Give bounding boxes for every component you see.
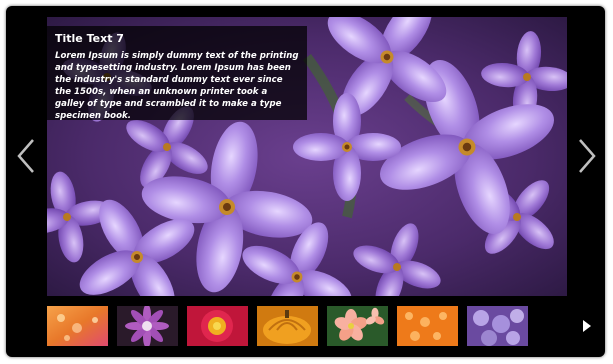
thumbnail-2[interactable] bbox=[117, 306, 178, 346]
caption-description: Lorem Ipsum is simply dummy text of the … bbox=[55, 51, 299, 121]
thumbnail-image bbox=[257, 306, 318, 346]
thumbnail-image bbox=[467, 306, 528, 346]
thumbnail-image bbox=[47, 306, 108, 346]
thumbnail-1[interactable] bbox=[47, 306, 108, 346]
prev-slide-button[interactable] bbox=[14, 136, 38, 176]
slide-caption: Title Text 7 Lorem Ipsum is simply dummy… bbox=[47, 26, 307, 121]
chevron-left-icon bbox=[17, 139, 34, 173]
thumbnail-4[interactable] bbox=[257, 306, 318, 346]
thumbnail-image bbox=[187, 306, 248, 346]
thumbnail-image bbox=[397, 306, 458, 346]
chevron-right-icon bbox=[579, 139, 596, 173]
triangle-right-icon bbox=[583, 320, 591, 332]
thumbnail-3[interactable] bbox=[187, 306, 248, 346]
thumbnails-next-button[interactable] bbox=[582, 320, 592, 332]
next-slide-button[interactable] bbox=[575, 136, 599, 176]
thumbnail-7[interactable] bbox=[467, 306, 528, 346]
thumbnail-6[interactable] bbox=[397, 306, 458, 346]
caption-title: Title Text 7 bbox=[55, 32, 124, 45]
thumbnail-5[interactable] bbox=[327, 306, 388, 346]
thumbnail-image bbox=[117, 306, 178, 346]
image-slider: Title Text 7 Lorem Ipsum is simply dummy… bbox=[6, 6, 605, 357]
thumbnail-image bbox=[327, 306, 388, 346]
